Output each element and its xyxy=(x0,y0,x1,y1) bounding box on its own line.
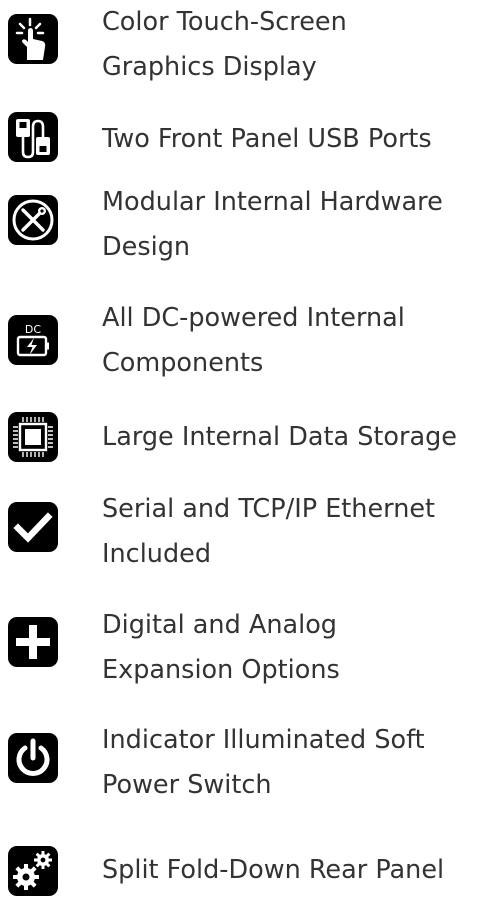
feature-label-line: Large Internal Data Storage xyxy=(102,422,457,452)
feature-label-line: Two Front Panel USB Ports xyxy=(102,124,432,154)
feature-label-line: Design xyxy=(102,232,191,262)
feature-label-line: Split Fold-Down Rear Panel xyxy=(102,855,445,885)
gears-icon xyxy=(8,846,58,896)
checkmark-icon xyxy=(8,502,58,552)
touch-screen-icon xyxy=(8,14,58,64)
power-icon xyxy=(8,733,58,783)
dc-label: DC xyxy=(25,323,41,336)
feature-label-line: All DC-powered Internal xyxy=(102,303,405,333)
feature-label-line: Digital and Analog xyxy=(102,610,337,640)
dc-power-icon: DC xyxy=(8,315,58,365)
feature-label-line: Serial and TCP/IP Ethernet xyxy=(102,494,436,524)
feature-label-line: Components xyxy=(102,348,264,378)
feature-label-line: Modular Internal Hardware xyxy=(102,187,443,217)
feature-label-line: Color Touch-Screen xyxy=(102,7,347,37)
feature-label-line: Graphics Display xyxy=(102,52,317,82)
feature-label-line: Indicator Illuminated Soft xyxy=(102,725,425,755)
plus-icon xyxy=(8,617,58,667)
feature-label-line: Power Switch xyxy=(102,770,272,800)
feature-label-line: Included xyxy=(102,539,212,569)
tools-icon xyxy=(8,195,58,245)
feature-label-line: Expansion Options xyxy=(102,655,340,685)
chip-icon xyxy=(8,412,58,462)
usb-ports-icon xyxy=(8,112,58,162)
